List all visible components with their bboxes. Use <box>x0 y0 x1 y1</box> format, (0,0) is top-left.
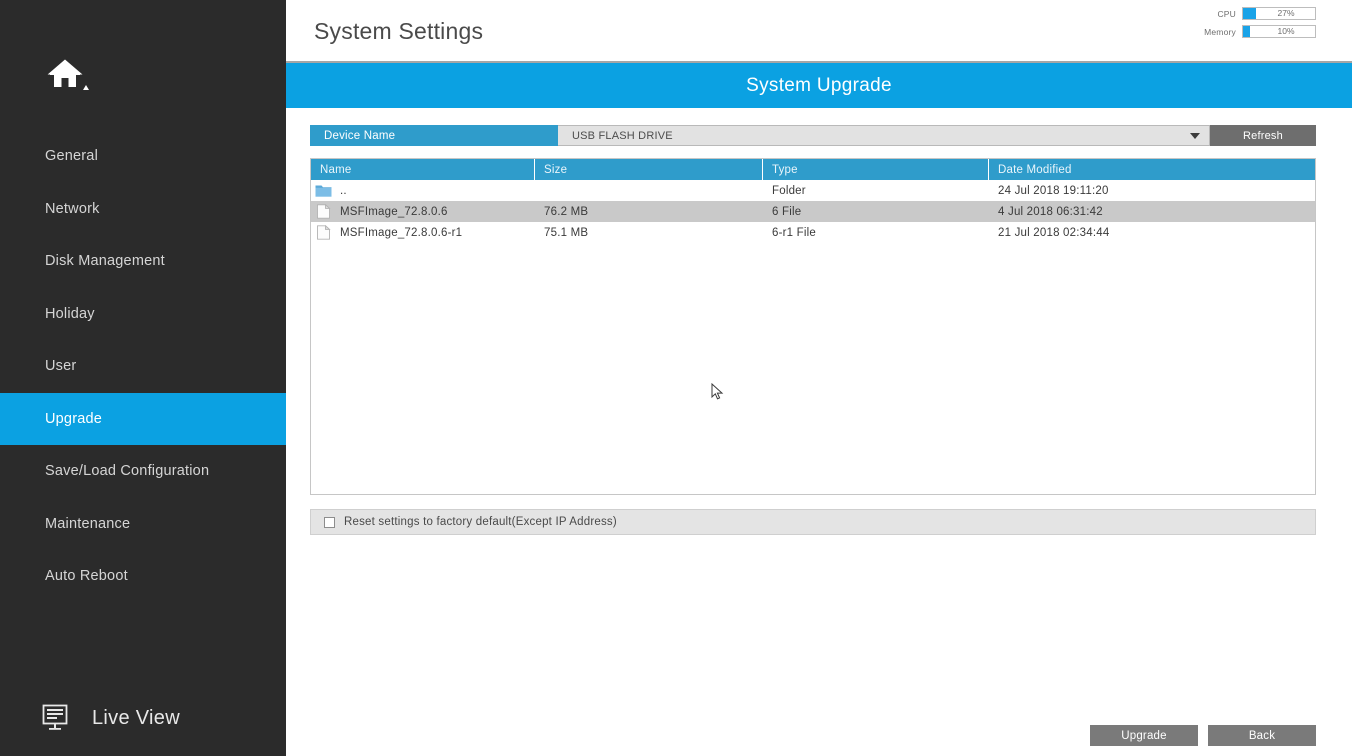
file-size-cell: 75.1 MB <box>535 222 763 243</box>
file-name-cell: MSFImage_72.8.0.6 <box>311 201 535 222</box>
sidebar-item-label: Save/Load Configuration <box>45 463 209 479</box>
cpu-meter-value: 27% <box>1243 8 1315 19</box>
section-banner: System Upgrade <box>286 63 1352 108</box>
file-type-cell: Folder <box>763 180 989 201</box>
file-browser-panel: Name Size Type Date Modified .. <box>310 158 1316 495</box>
sidebar-item-label: Auto Reboot <box>45 568 128 584</box>
sidebar-item-user[interactable]: User <box>0 340 286 393</box>
folder-icon <box>315 183 332 198</box>
mouse-cursor <box>711 383 725 401</box>
file-name-text: MSFImage_72.8.0.6 <box>340 206 448 218</box>
file-date-cell: 21 Jul 2018 02:34:44 <box>989 222 1315 243</box>
top-bar: System Settings CPU 27% Memory 10% <box>286 0 1352 63</box>
file-name-cell: .. <box>311 180 535 201</box>
device-name-label: Device Name <box>310 125 558 146</box>
file-type-cell: 6 File <box>763 201 989 222</box>
sidebar-item-label: User <box>45 358 76 374</box>
upgrade-button[interactable]: Upgrade <box>1090 725 1198 746</box>
refresh-button-label: Refresh <box>1243 130 1283 142</box>
live-view-label: Live View <box>92 707 180 730</box>
main-area: System Settings CPU 27% Memory 10% <box>286 0 1352 756</box>
sidebar-item-label: Network <box>45 201 100 217</box>
sidebar-item-maintenance[interactable]: Maintenance <box>0 498 286 551</box>
content-area: Device Name USB FLASH DRIVE Refresh Name… <box>286 108 1352 535</box>
refresh-button[interactable]: Refresh <box>1210 125 1316 146</box>
cpu-label: CPU <box>1217 9 1236 19</box>
device-select[interactable]: USB FLASH DRIVE <box>558 125 1210 146</box>
table-row[interactable]: MSFImage_72.8.0.6-r1 75.1 MB 6-r1 File 2… <box>311 222 1315 243</box>
column-header-size[interactable]: Size <box>535 159 763 180</box>
file-date-cell: 24 Jul 2018 19:11:20 <box>989 180 1315 201</box>
device-row: Device Name USB FLASH DRIVE Refresh <box>310 125 1316 146</box>
memory-meter-track: 10% <box>1242 25 1316 38</box>
upgrade-button-label: Upgrade <box>1121 730 1167 742</box>
sidebar-item-label: Maintenance <box>45 516 130 532</box>
resource-meters: CPU 27% Memory 10% <box>1188 7 1316 43</box>
sidebar-item-label: General <box>45 148 98 164</box>
live-view-button[interactable]: Live View <box>0 680 286 756</box>
file-size-cell: 76.2 MB <box>535 201 763 222</box>
file-icon <box>315 225 332 240</box>
monitor-icon <box>42 704 72 732</box>
reset-settings-checkbox[interactable] <box>324 517 335 528</box>
sidebar-item-upgrade[interactable]: Upgrade <box>0 393 286 446</box>
sidebar-home-block <box>0 0 286 130</box>
section-title: System Upgrade <box>746 75 892 97</box>
home-icon[interactable] <box>46 54 90 94</box>
reset-settings-label: Reset settings to factory default(Except… <box>344 516 617 528</box>
file-type-cell: 6-r1 File <box>763 222 989 243</box>
sidebar-item-auto-reboot[interactable]: Auto Reboot <box>0 550 286 603</box>
file-name-text: MSFImage_72.8.0.6-r1 <box>340 227 462 239</box>
memory-label: Memory <box>1204 27 1236 37</box>
file-name-text: .. <box>340 185 347 197</box>
back-button-label: Back <box>1249 730 1275 742</box>
footer-buttons: Upgrade Back <box>1090 725 1316 746</box>
chevron-down-icon <box>1190 133 1200 139</box>
sidebar-item-label: Disk Management <box>45 253 165 269</box>
file-date-cell: 4 Jul 2018 06:31:42 <box>989 201 1315 222</box>
app-window: General Network Disk Management Holiday … <box>0 0 1352 756</box>
file-icon <box>315 204 332 219</box>
file-table-header: Name Size Type Date Modified <box>311 159 1315 180</box>
memory-meter-value: 10% <box>1243 26 1315 37</box>
device-select-value: USB FLASH DRIVE <box>572 130 673 142</box>
memory-meter: Memory 10% <box>1188 25 1316 38</box>
column-header-type[interactable]: Type <box>763 159 989 180</box>
file-name-cell: MSFImage_72.8.0.6-r1 <box>311 222 535 243</box>
cpu-meter: CPU 27% <box>1188 7 1316 20</box>
column-header-date-modified[interactable]: Date Modified <box>989 159 1315 180</box>
cpu-meter-track: 27% <box>1242 7 1316 20</box>
sidebar: General Network Disk Management Holiday … <box>0 0 286 756</box>
sidebar-item-disk-management[interactable]: Disk Management <box>0 235 286 288</box>
sidebar-menu: General Network Disk Management Holiday … <box>0 130 286 603</box>
sidebar-item-network[interactable]: Network <box>0 183 286 236</box>
back-button[interactable]: Back <box>1208 725 1316 746</box>
sidebar-item-save-load-configuration[interactable]: Save/Load Configuration <box>0 445 286 498</box>
table-row[interactable]: .. Folder 24 Jul 2018 19:11:20 <box>311 180 1315 201</box>
column-header-name[interactable]: Name <box>311 159 535 180</box>
page-title: System Settings <box>314 18 483 45</box>
file-size-cell <box>535 180 763 201</box>
sidebar-item-holiday[interactable]: Holiday <box>0 288 286 341</box>
sidebar-item-label: Upgrade <box>45 411 102 427</box>
table-row[interactable]: MSFImage_72.8.0.6 76.2 MB 6 File 4 Jul 2… <box>311 201 1315 222</box>
reset-settings-row[interactable]: Reset settings to factory default(Except… <box>310 509 1316 535</box>
sidebar-item-label: Holiday <box>45 306 95 322</box>
sidebar-item-general[interactable]: General <box>0 130 286 183</box>
